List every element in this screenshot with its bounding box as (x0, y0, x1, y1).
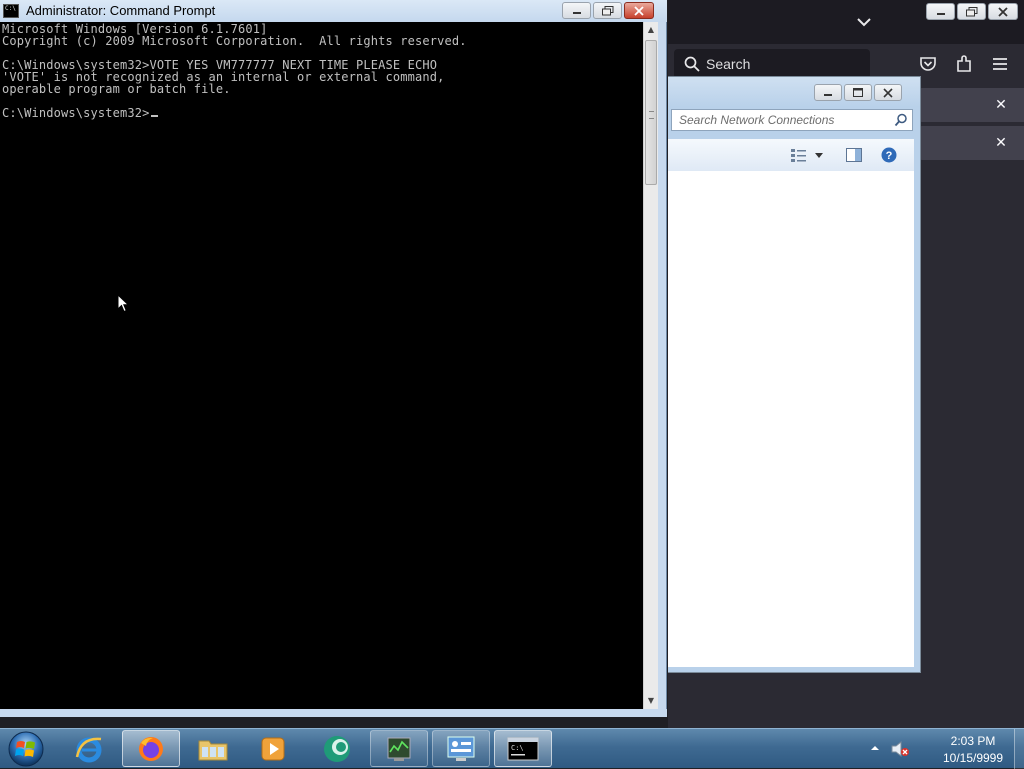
show-desktop-button[interactable] (1014, 729, 1024, 769)
minimize-button[interactable] (926, 3, 955, 20)
window-title: Administrator: Command Prompt (26, 3, 216, 18)
help-icon[interactable]: ? (880, 147, 898, 163)
scrollbar-thumb[interactable] (645, 40, 657, 185)
media-player-icon (261, 737, 285, 760)
close-icon[interactable]: ✕ (992, 96, 1010, 114)
firefox-search-label: Search (706, 56, 751, 72)
internet-explorer-icon (75, 737, 102, 762)
task-manager-icon (387, 737, 411, 761)
taskbar-task-manager[interactable] (370, 730, 428, 767)
firefox-notification-1: ✕ (918, 88, 1024, 122)
close-icon[interactable]: ✕ (992, 134, 1010, 152)
preview-pane-icon[interactable] (845, 147, 863, 163)
console-prompt: C:\Windows\system32> (2, 106, 150, 120)
control-panel-icon (447, 736, 475, 761)
pocket-icon[interactable] (918, 54, 938, 74)
firefox-window-controls (926, 3, 1018, 20)
chevron-down-icon[interactable] (854, 12, 874, 32)
chevron-down-icon[interactable] (814, 147, 824, 163)
console-output[interactable]: Microsoft Windows [Version 6.1.7601] Cop… (0, 22, 643, 709)
minimize-icon (572, 11, 581, 14)
restore-button[interactable] (957, 3, 986, 20)
firefox-notification-2: ✕ (918, 126, 1024, 160)
network-connections-window-controls (814, 84, 902, 101)
taskbar-media-player[interactable] (244, 730, 302, 767)
firefox-titlebar (668, 0, 1024, 44)
minimize-icon (936, 12, 945, 15)
command-prompt-window-controls (562, 2, 654, 19)
taskbar: C:\ 2:03 PM 10/15/9999 (0, 728, 1024, 769)
network-connections-list (668, 171, 914, 667)
scrollbar-grip (649, 111, 654, 119)
svg-text:?: ? (886, 150, 893, 162)
extensions-icon[interactable] (954, 54, 974, 74)
close-icon (634, 5, 644, 16)
svg-text:C:\: C:\ (511, 744, 524, 752)
window-frame-bottom (0, 709, 667, 717)
folder-icon (198, 740, 228, 760)
clock-date[interactable]: 10/15/9999 (930, 751, 1016, 765)
start-button[interactable] (4, 729, 48, 769)
maximize-icon (853, 88, 863, 97)
clock-time[interactable]: 2:03 PM (930, 734, 1016, 748)
minimize-button[interactable] (814, 84, 842, 101)
firefox-search-box[interactable]: Search (674, 49, 870, 79)
firefox-icon (139, 736, 163, 761)
minimize-icon (824, 93, 832, 96)
taskbar-control-panel[interactable] (432, 730, 490, 767)
search-icon (684, 56, 700, 72)
restore-icon (965, 6, 977, 16)
taskbar-windows-explorer[interactable] (184, 730, 242, 767)
close-button[interactable] (624, 2, 654, 19)
console-prompt-line[interactable]: C:\Windows\system32> (2, 107, 158, 119)
change-view-icon[interactable] (790, 147, 808, 163)
console-line: Copyright (c) 2009 Microsoft Corporation… (2, 34, 467, 48)
search-placeholder: Search Network Connections (679, 113, 835, 127)
volume-muted-icon[interactable] (890, 740, 910, 758)
command-prompt-icon-text: C:\ (5, 5, 16, 12)
network-connections-command-bar: ? (668, 139, 914, 172)
show-hidden-icons-icon[interactable] (870, 743, 880, 753)
restore-icon (601, 5, 613, 15)
console-line: operable program or batch file. (2, 82, 231, 96)
menu-icon[interactable] (990, 54, 1010, 74)
command-prompt-icon: C:\ (507, 737, 539, 760)
scroll-down-arrow-icon[interactable]: ▼ (644, 693, 658, 709)
scroll-up-arrow-icon[interactable]: ▲ (644, 22, 658, 38)
restore-button[interactable] (593, 2, 622, 19)
command-prompt-icon[interactable]: C:\ (3, 4, 19, 18)
network-connections-search-input[interactable]: Search Network Connections (671, 109, 913, 131)
mouse-pointer-icon (117, 294, 129, 313)
taskbar-command-prompt[interactable]: C:\ (494, 730, 552, 767)
maximize-button[interactable] (844, 84, 872, 101)
search-icon[interactable] (894, 113, 908, 127)
console-scrollbar[interactable]: ▲ ▼ (643, 22, 658, 709)
minimize-button[interactable] (562, 2, 591, 19)
taskbar-app[interactable] (308, 730, 366, 767)
close-icon (883, 87, 893, 98)
taskbar-internet-explorer[interactable] (60, 730, 118, 767)
text-cursor (150, 115, 158, 117)
taskbar-firefox[interactable] (122, 730, 180, 767)
close-button[interactable] (874, 84, 902, 101)
command-prompt-window: C:\ Administrator: Command Prompt Micros… (0, 0, 667, 717)
close-button[interactable] (988, 3, 1018, 20)
app-globe-icon (324, 735, 350, 762)
close-icon (998, 6, 1008, 17)
command-prompt-titlebar[interactable]: C:\ Administrator: Command Prompt (0, 0, 667, 22)
network-connections-window: Search Network Connections ? (668, 76, 921, 673)
network-connections-titlebar (668, 77, 920, 107)
